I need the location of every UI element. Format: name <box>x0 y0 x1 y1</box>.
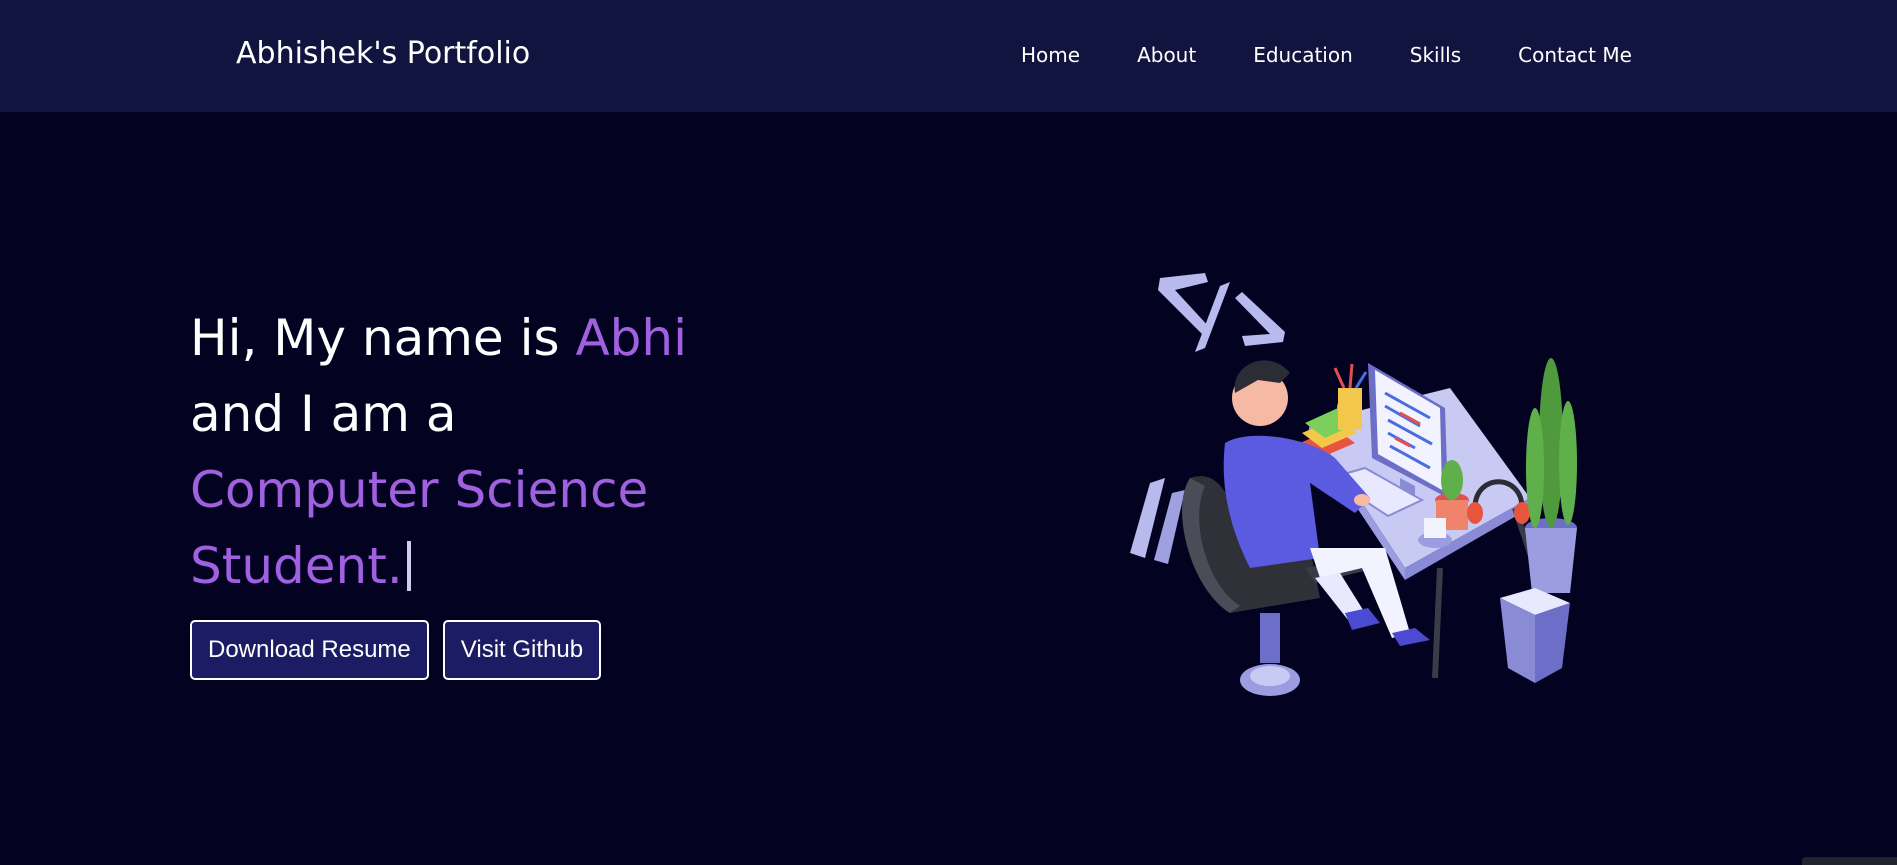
hero-buttons: Download Resume Visit Github <box>190 620 615 680</box>
code-brackets-icon <box>1158 273 1285 352</box>
nav-link-home[interactable]: Home <box>1021 43 1080 67</box>
typing-caret <box>406 541 411 591</box>
nav-links: Home About Education Skills Contact Me <box>1021 43 1632 67</box>
pencil-cup-icon <box>1333 363 1368 430</box>
navbar: Abhishek's Portfolio Home About Educatio… <box>0 0 1897 112</box>
hero-role-line-2: Student. <box>190 528 750 604</box>
corner-scroll-tab <box>1802 857 1897 865</box>
nav-link-about[interactable]: About <box>1137 43 1196 67</box>
hero-role-line-1: Computer Science <box>190 461 649 519</box>
developer-at-desk-illustration <box>1130 273 1577 696</box>
hero-line-1: Hi, My name is Abhi <box>190 300 750 376</box>
brand-title[interactable]: Abhishek's Portfolio <box>236 36 530 71</box>
hero-heading: Hi, My name is Abhi and I am a Computer … <box>190 300 750 604</box>
nav-link-contact[interactable]: Contact Me <box>1518 43 1632 67</box>
plant-icon <box>1525 358 1577 593</box>
hero-line-2: and I am a <box>190 385 457 443</box>
trash-bin-icon <box>1500 588 1570 683</box>
nav-link-skills[interactable]: Skills <box>1410 43 1461 67</box>
nav-link-education[interactable]: Education <box>1253 43 1353 67</box>
hero-intro-text: Hi, My name is <box>190 309 576 367</box>
hero-role-text: Student. <box>190 537 403 595</box>
visit-github-button[interactable]: Visit Github <box>442 620 602 680</box>
download-resume-button[interactable]: Download Resume <box>190 620 429 680</box>
hero-name: Abhi <box>575 309 687 367</box>
